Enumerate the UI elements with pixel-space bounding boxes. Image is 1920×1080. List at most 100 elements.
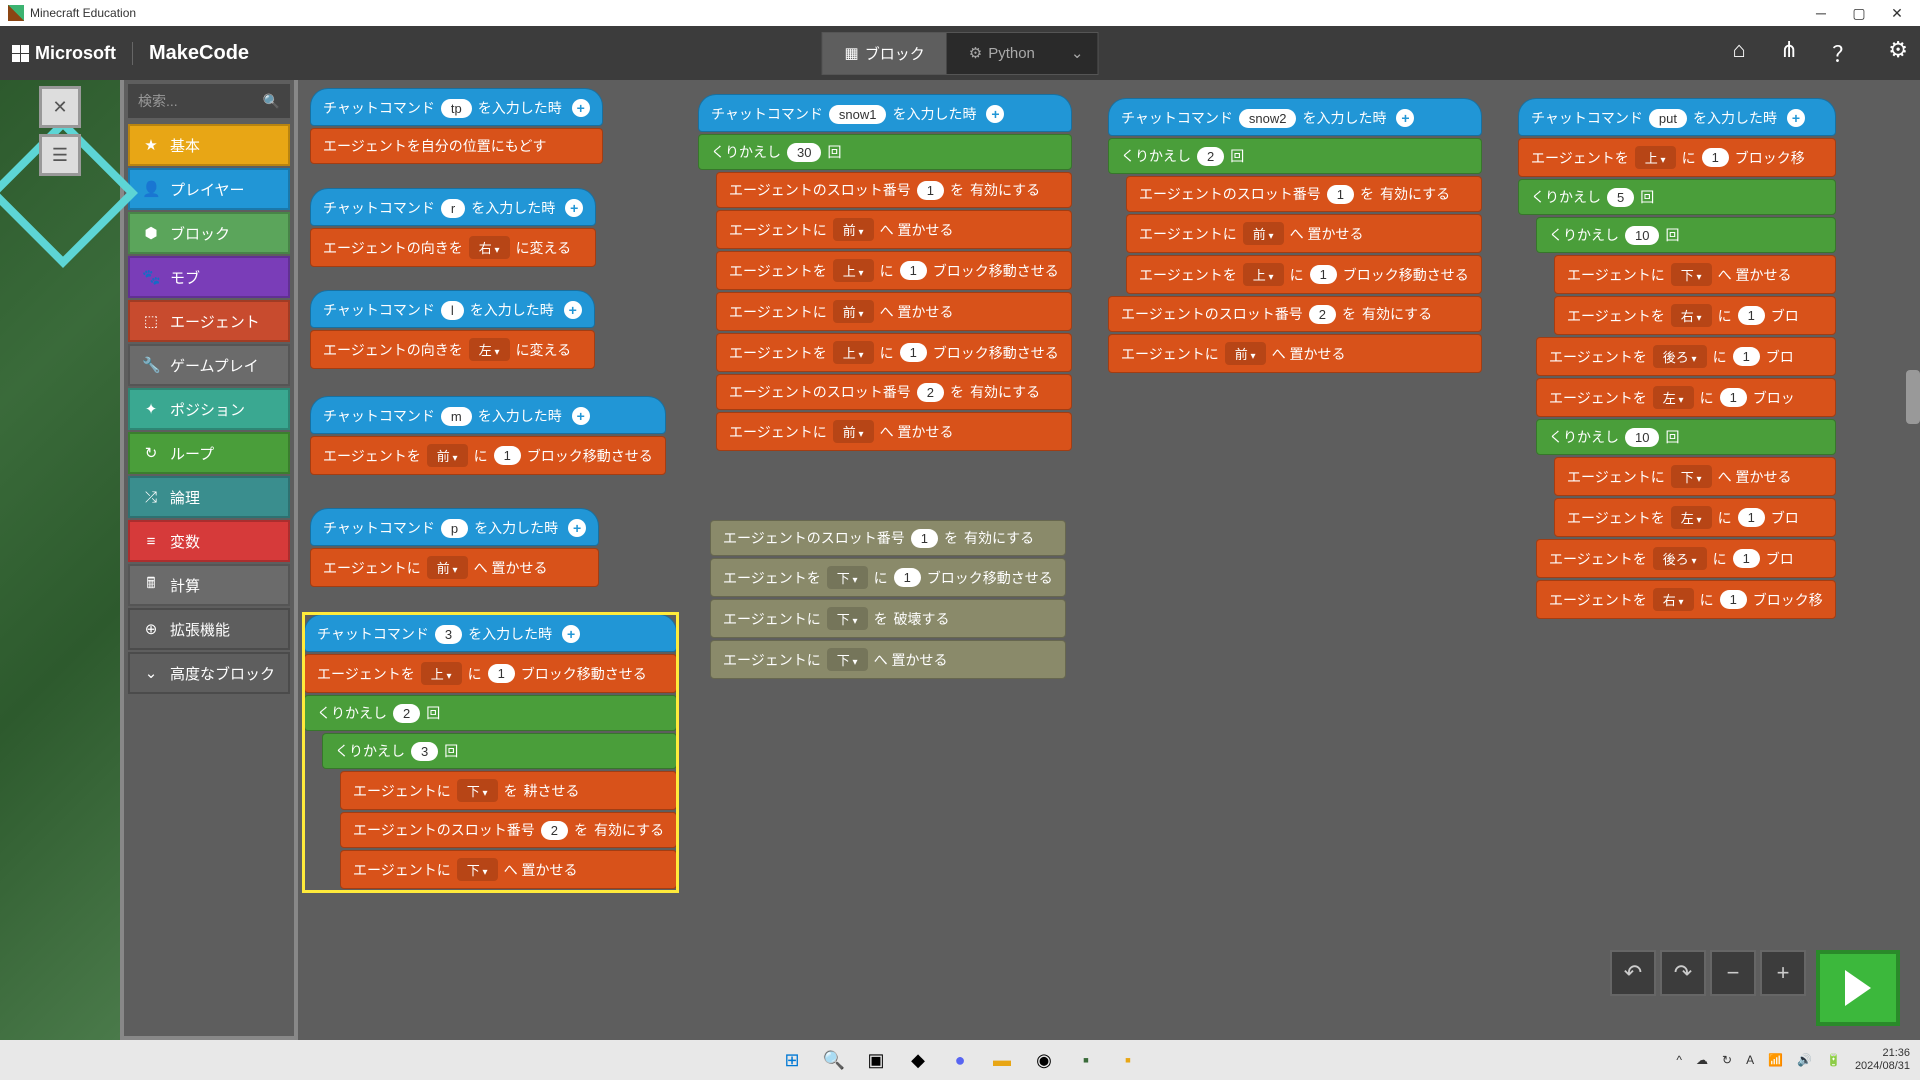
- agent-place-forward[interactable]: エージェントに前へ 置かせる: [716, 210, 1072, 249]
- chat-command-m[interactable]: チャットコマンドmを入力した時+: [310, 396, 666, 434]
- agent-place-forward[interactable]: エージェントに前へ 置かせる: [1108, 334, 1482, 373]
- agent-slot-1[interactable]: エージェントのスロット番号1を 有効にする: [716, 172, 1072, 208]
- agent-return-block[interactable]: エージェントを自分の位置にもどす: [310, 128, 603, 164]
- help-icon[interactable]: ？: [1832, 37, 1854, 69]
- taskview-icon[interactable]: ▣: [862, 1046, 890, 1074]
- agent-move-forward[interactable]: エージェントを前に1ブロック移動させる: [310, 436, 666, 475]
- agent-move-up[interactable]: エージェントを上に1ブロック移動させる: [304, 654, 677, 693]
- category-拡張機能[interactable]: ⊕拡張機能: [128, 608, 290, 650]
- agent-move-back[interactable]: エージェントを後ろに1ブロ: [1536, 539, 1836, 578]
- tray-sync-icon[interactable]: ↻: [1722, 1053, 1732, 1067]
- disabled-destroy-down[interactable]: エージェントに下を 破壊する: [710, 599, 1066, 638]
- explorer-icon[interactable]: ▬: [988, 1046, 1016, 1074]
- agent-move-up[interactable]: エージェントを上に1ブロック移動させる: [716, 251, 1072, 290]
- category-計算[interactable]: 🖩計算: [128, 564, 290, 606]
- undo-button[interactable]: ↶: [1610, 950, 1656, 996]
- disabled-move-down[interactable]: エージェントを下に1ブロック移動させる: [710, 558, 1066, 597]
- tab-blocks[interactable]: ▦ ブロック: [823, 33, 947, 74]
- agent-slot-2[interactable]: エージェントのスロット番号2を 有効にする: [716, 374, 1072, 410]
- disabled-place-down[interactable]: エージェントに下へ 置かせる: [710, 640, 1066, 679]
- plus-icon[interactable]: +: [1787, 109, 1805, 127]
- tray-chevron-icon[interactable]: ^: [1676, 1053, 1682, 1067]
- category-ポジション[interactable]: ✦ポジション: [128, 388, 290, 430]
- category-変数[interactable]: ≡変数: [128, 520, 290, 562]
- chat-command-tp[interactable]: チャットコマンドtpを入力した時+: [310, 88, 603, 126]
- category-高度なブロック[interactable]: ⌄高度なブロック: [128, 652, 290, 694]
- agent-place-forward[interactable]: エージェントに前へ 置かせる: [716, 292, 1072, 331]
- search-input[interactable]: 検索... 🔍: [128, 84, 290, 118]
- agent-turn-right[interactable]: エージェントの向きを右に変える: [310, 228, 596, 267]
- repeat-3[interactable]: くりかえし3回: [322, 733, 677, 769]
- tab-python[interactable]: ⚙ Python: [947, 33, 1057, 74]
- agent-move-up[interactable]: エージェントを上に1ブロック移動させる: [1126, 255, 1482, 294]
- tray-battery-icon[interactable]: 🔋: [1826, 1053, 1841, 1067]
- category-モブ[interactable]: 🐾モブ: [128, 256, 290, 298]
- close-button[interactable]: ✕: [1890, 6, 1904, 20]
- zoom-in-button[interactable]: +: [1760, 950, 1806, 996]
- chat-command-l[interactable]: チャットコマンドlを入力した時+: [310, 290, 595, 328]
- chat-command-3[interactable]: チャットコマンド3を入力した時+: [304, 614, 677, 652]
- agent-slot-2[interactable]: エージェントのスロット番号2を 有効にする: [340, 812, 677, 848]
- search-icon[interactable]: 🔍: [820, 1046, 848, 1074]
- category-ブロック[interactable]: ⬢ブロック: [128, 212, 290, 254]
- makecode-icon[interactable]: ▪: [1114, 1046, 1142, 1074]
- chat-command-put[interactable]: チャットコマンドputを入力した時+: [1518, 98, 1836, 136]
- agent-place-down[interactable]: エージェントに下へ 置かせる: [1554, 457, 1836, 496]
- tray-wifi-icon[interactable]: 📶: [1768, 1053, 1783, 1067]
- plus-icon[interactable]: +: [562, 625, 580, 643]
- repeat-10a[interactable]: くりかえし10回: [1536, 217, 1836, 253]
- repeat-2[interactable]: くりかえし2回: [1108, 138, 1482, 174]
- start-icon[interactable]: ⊞: [778, 1046, 806, 1074]
- settings-icon[interactable]: ⚙: [1888, 37, 1908, 69]
- plus-icon[interactable]: +: [568, 519, 586, 537]
- sim-fullscreen-button[interactable]: ✕: [39, 86, 81, 128]
- chat-command-r[interactable]: チャットコマンドrを入力した時+: [310, 188, 596, 226]
- play-button[interactable]: [1816, 950, 1900, 1026]
- repeat-10b[interactable]: くりかえし10回: [1536, 419, 1836, 455]
- agent-place-forward[interactable]: エージェントに前へ 置かせる: [310, 548, 599, 587]
- workspace[interactable]: チャットコマンドtpを入力した時+ エージェントを自分の位置にもどす チャットコ…: [298, 80, 1920, 1040]
- tray-volume-icon[interactable]: 🔊: [1797, 1053, 1812, 1067]
- category-基本[interactable]: ★基本: [128, 124, 290, 166]
- chat-command-p[interactable]: チャットコマンドpを入力した時+: [310, 508, 599, 546]
- agent-till-down[interactable]: エージェントに下を 耕させる: [340, 771, 677, 810]
- repeat-5[interactable]: くりかえし5回: [1518, 179, 1836, 215]
- clock[interactable]: 21:36 2024/08/31: [1855, 1047, 1910, 1073]
- minimize-button[interactable]: ─: [1814, 6, 1828, 20]
- zoom-out-button[interactable]: −: [1710, 950, 1756, 996]
- home-icon[interactable]: ⌂: [1733, 37, 1746, 69]
- scrollbar[interactable]: [1906, 370, 1920, 424]
- agent-move-up[interactable]: エージェントを上に1ブロック移動させる: [716, 333, 1072, 372]
- disabled-slot-1[interactable]: エージェントのスロット番号1を 有効にする: [710, 520, 1066, 556]
- category-論理[interactable]: ⤮論理: [128, 476, 290, 518]
- agent-slot-2[interactable]: エージェントのスロット番号2を 有効にする: [1108, 296, 1482, 332]
- plus-icon[interactable]: +: [1396, 109, 1414, 127]
- agent-place-down[interactable]: エージェントに下へ 置かせる: [1554, 255, 1836, 294]
- agent-turn-left[interactable]: エージェントの向きを左に変える: [310, 330, 595, 369]
- plus-icon[interactable]: +: [565, 199, 583, 217]
- plus-icon[interactable]: +: [572, 99, 590, 117]
- category-ゲームプレイ[interactable]: 🔧ゲームプレイ: [128, 344, 290, 386]
- agent-move-up-1[interactable]: エージェントを上に1ブロック移: [1518, 138, 1836, 177]
- share-icon[interactable]: ⋔: [1780, 37, 1798, 69]
- agent-slot-1[interactable]: エージェントのスロット番号1を 有効にする: [1126, 176, 1482, 212]
- tray-ime-icon[interactable]: A: [1746, 1053, 1754, 1067]
- category-エージェント[interactable]: ⬚エージェント: [128, 300, 290, 342]
- agent-move-right[interactable]: エージェントを右に1ブロ: [1554, 296, 1836, 335]
- agent-move-left[interactable]: エージェントを左に1ブロ: [1554, 498, 1836, 537]
- plus-icon[interactable]: +: [986, 105, 1004, 123]
- agent-move-left[interactable]: エージェントを左に1ブロッ: [1536, 378, 1836, 417]
- repeat-2[interactable]: くりかえし2回: [304, 695, 677, 731]
- copilot-icon[interactable]: ◆: [904, 1046, 932, 1074]
- category-プレイヤー[interactable]: 👤プレイヤー: [128, 168, 290, 210]
- redo-button[interactable]: ↷: [1660, 950, 1706, 996]
- agent-move-right[interactable]: エージェントを右に1ブロック移: [1536, 580, 1836, 619]
- tab-more[interactable]: ⌄: [1057, 33, 1098, 74]
- chat-command-snow2[interactable]: チャットコマンドsnow2を入力した時+: [1108, 98, 1482, 136]
- plus-icon[interactable]: +: [564, 301, 582, 319]
- chat-command-snow1[interactable]: チャットコマンドsnow1を入力した時+: [698, 94, 1072, 132]
- repeat-30[interactable]: くりかえし30回: [698, 134, 1072, 170]
- minecraft-icon[interactable]: ▪: [1072, 1046, 1100, 1074]
- agent-place-forward[interactable]: エージェントに前へ 置かせる: [716, 412, 1072, 451]
- agent-place-forward[interactable]: エージェントに前へ 置かせる: [1126, 214, 1482, 253]
